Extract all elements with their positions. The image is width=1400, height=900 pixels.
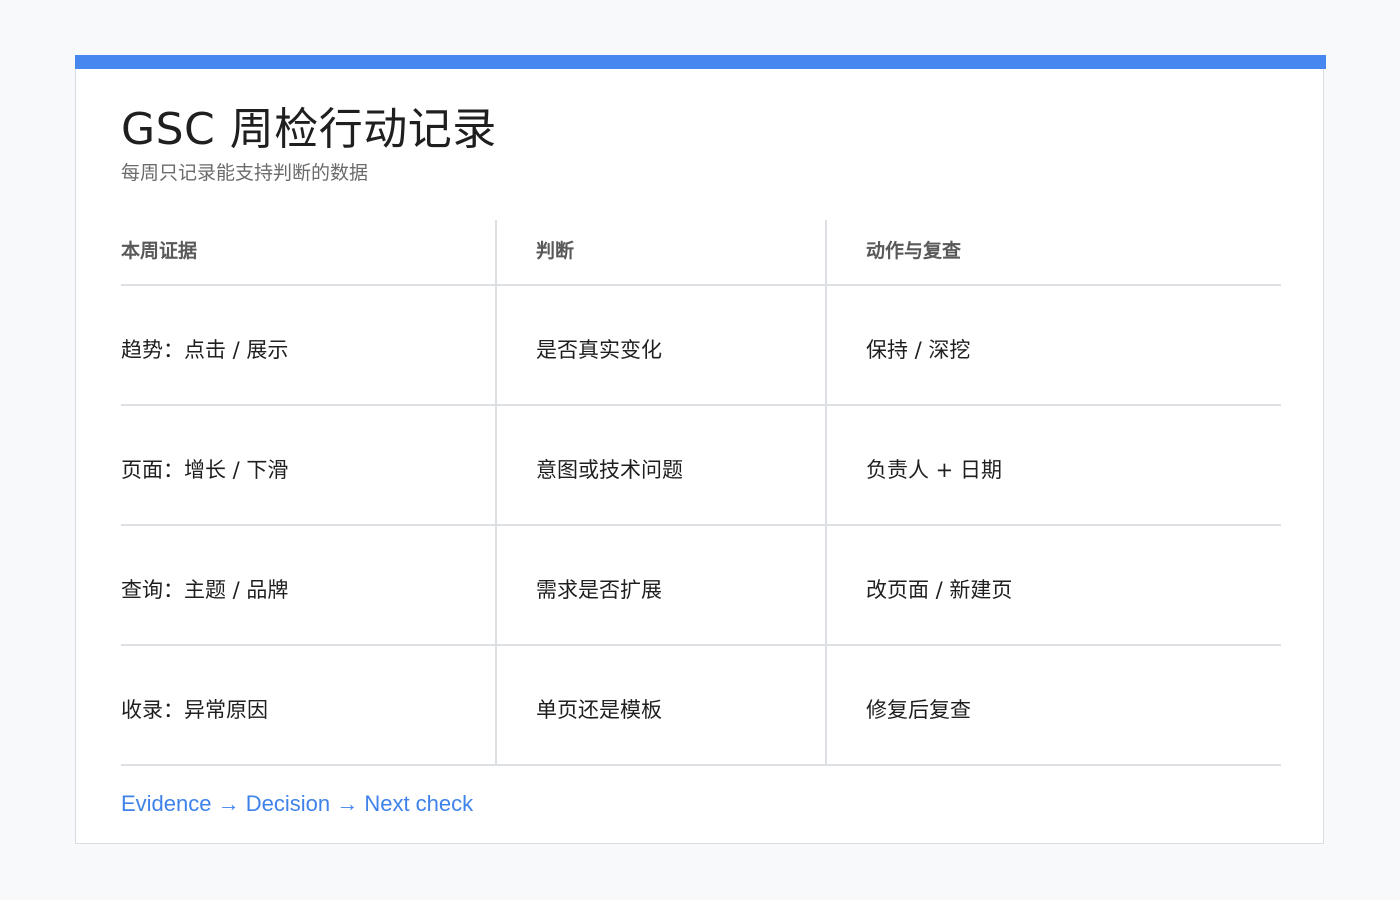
review-table: 本周证据 判断 动作与复查 趋势：点击 / 展示 是否真实变化 保持 / 深挖 …: [121, 220, 1281, 766]
table-cell-evidence: 查询：主题 / 品牌: [121, 578, 289, 602]
page-title: GSC 周检行动记录: [121, 104, 497, 155]
table-cell-action: 修复后复查: [866, 698, 971, 722]
row-divider: [121, 524, 1281, 526]
table-cell-judgement: 是否真实变化: [536, 338, 662, 362]
row-divider: [121, 404, 1281, 406]
row-divider: [121, 644, 1281, 646]
action-log-card: GSC 周检行动记录 每周只记录能支持判断的数据 本周证据 判断 动作与复查 趋…: [75, 55, 1326, 844]
column-divider: [495, 220, 497, 765]
table-bottom-divider: [121, 764, 1281, 766]
table-cell-action: 负责人 + 日期: [866, 458, 1002, 482]
table-cell-judgement: 单页还是模板: [536, 698, 662, 722]
table-cell-judgement: 需求是否扩展: [536, 578, 662, 602]
page-subtitle: 每周只记录能支持判断的数据: [121, 162, 369, 184]
column-divider: [825, 220, 827, 765]
table-cell-evidence: 收录：异常原因: [121, 698, 268, 722]
header-divider: [121, 284, 1281, 286]
table-cell-evidence: 趋势：点击 / 展示: [121, 338, 289, 362]
column-header-evidence: 本周证据: [121, 240, 198, 262]
table-cell-action: 改页面 / 新建页: [866, 578, 1013, 602]
workflow-caption: Evidence → Decision → Next check: [121, 791, 474, 816]
table-cell-action: 保持 / 深挖: [866, 338, 971, 362]
table-cell-evidence: 页面：增长 / 下滑: [121, 458, 289, 482]
column-header-action: 动作与复查: [866, 240, 962, 262]
table-cell-judgement: 意图或技术问题: [536, 458, 683, 482]
card-accent-bar: [75, 55, 1326, 69]
column-header-judgement: 判断: [536, 240, 575, 262]
